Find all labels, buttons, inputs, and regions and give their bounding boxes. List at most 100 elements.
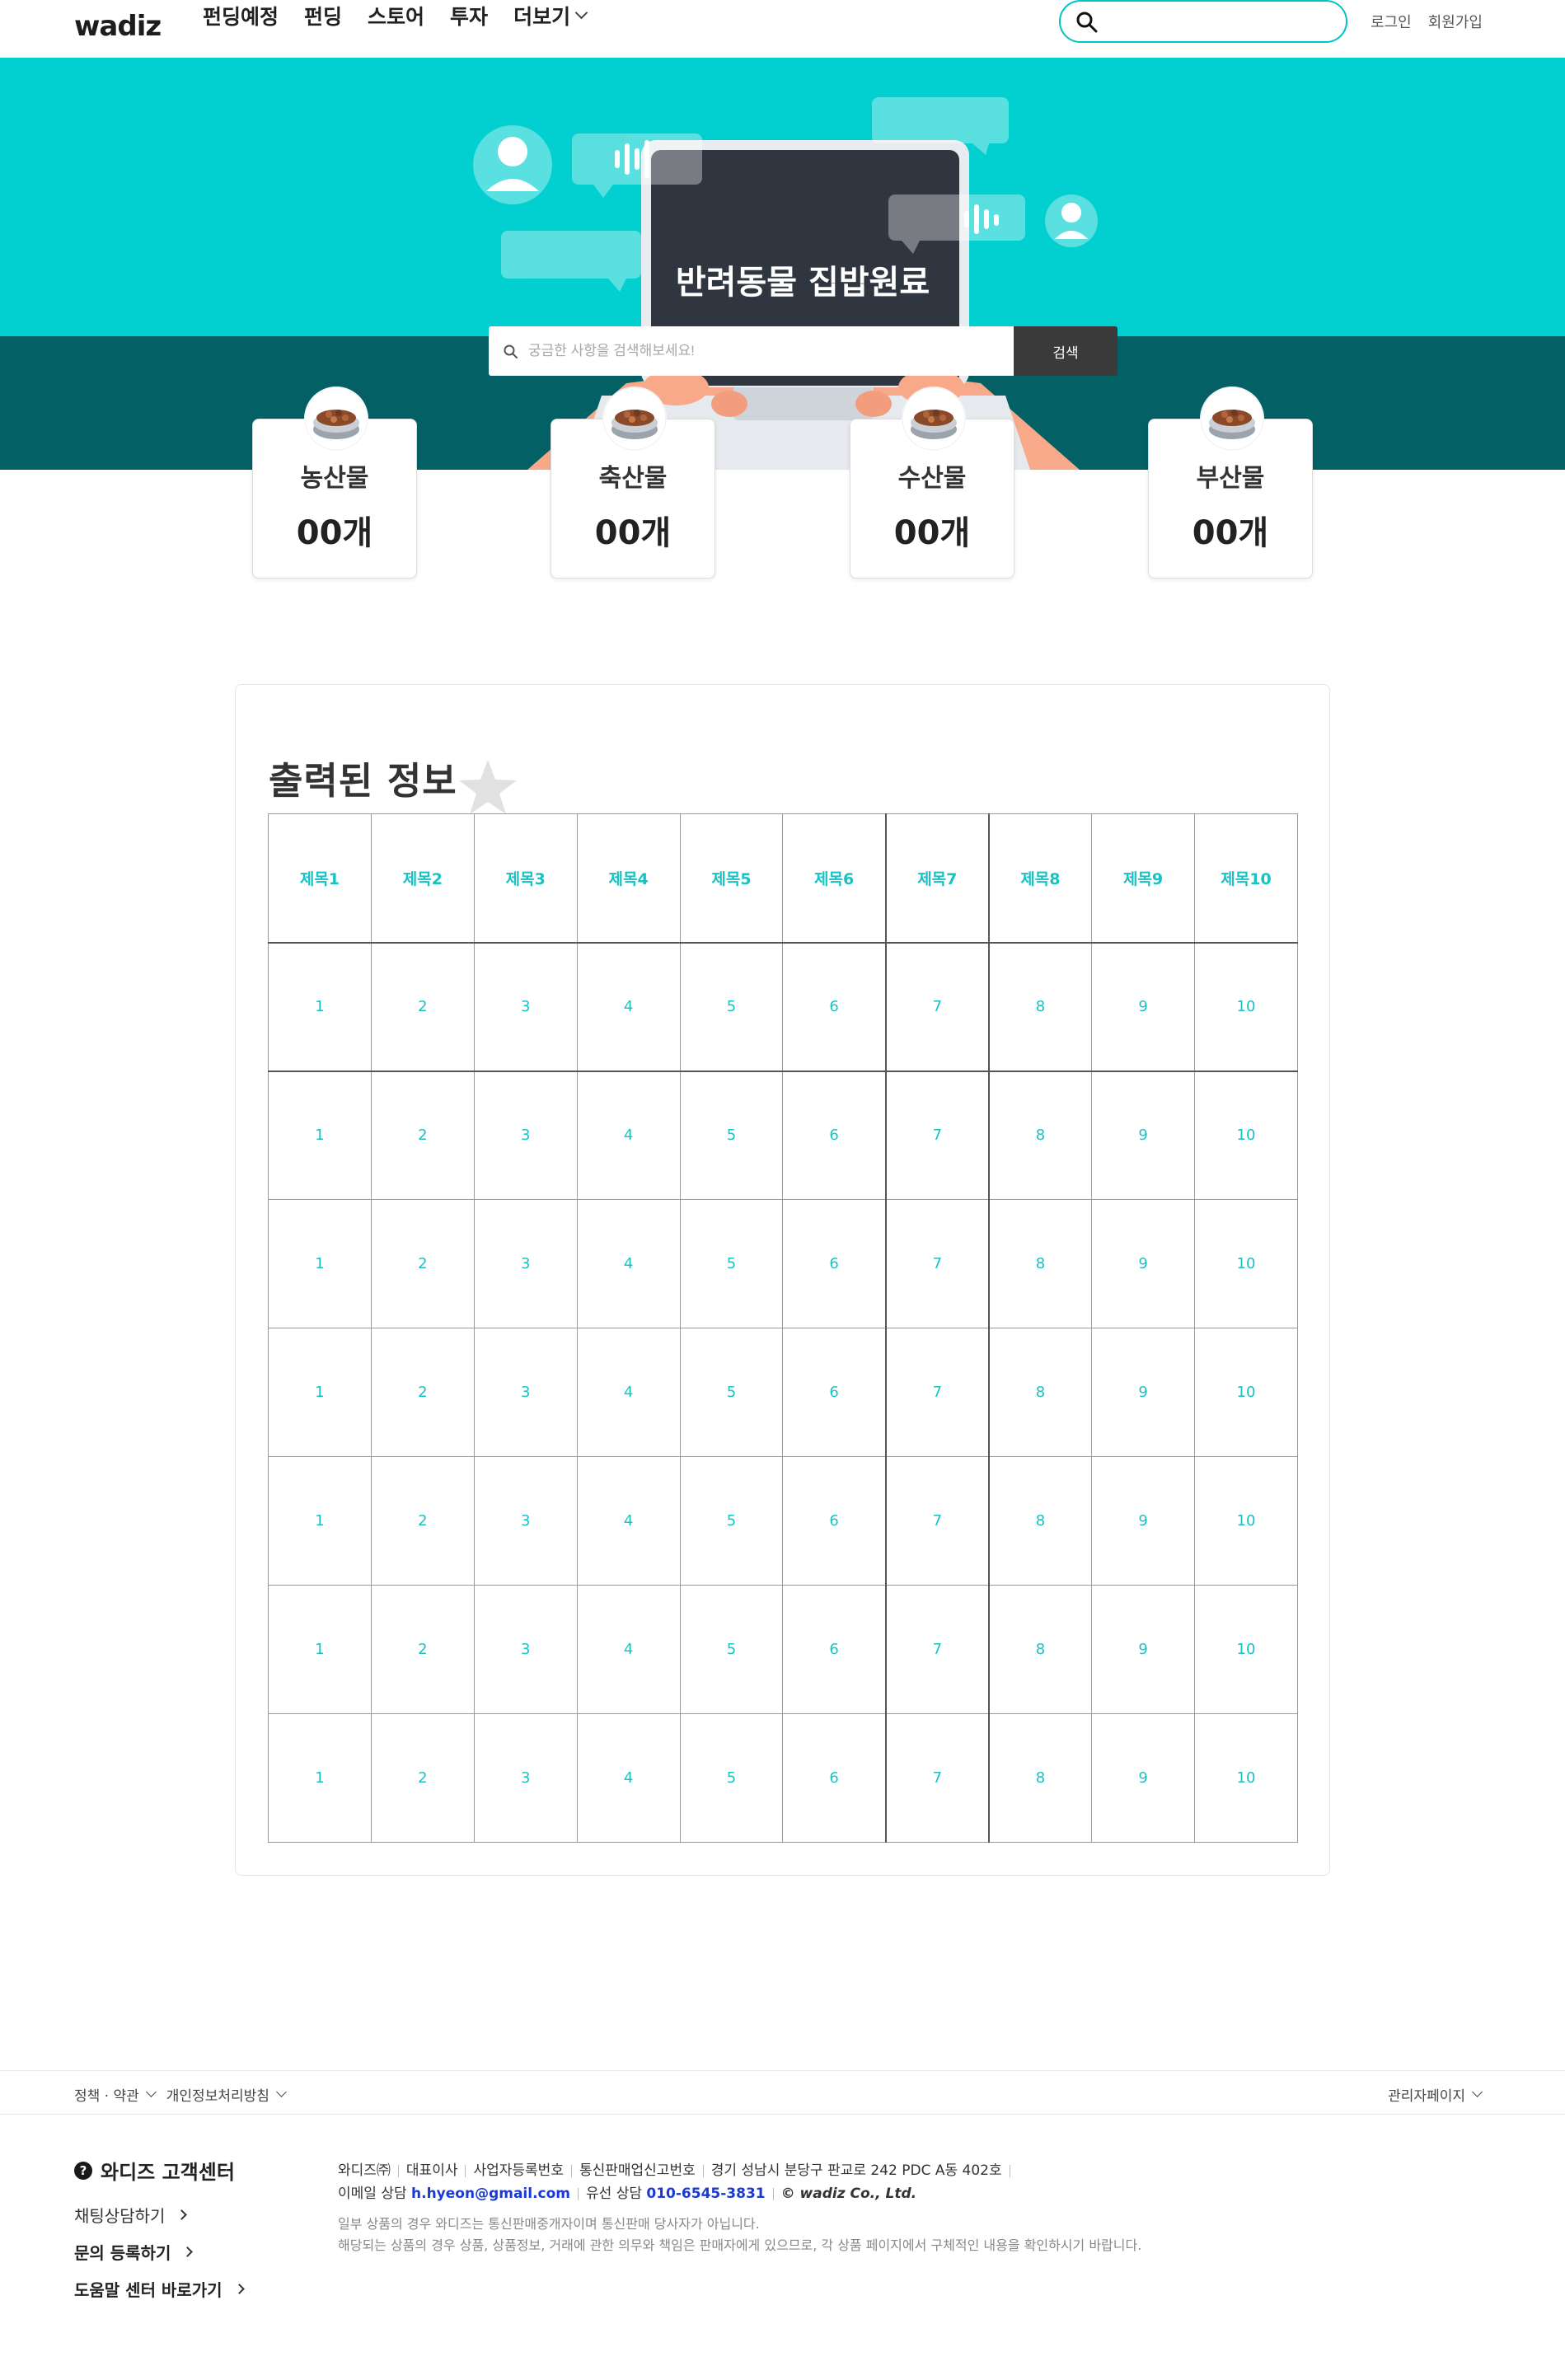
footer-notice: 일부 상품의 경우 와디즈는 통신판매중개자이며 통신판매 당사자가 아닙니다.…	[338, 2214, 1141, 2256]
nav-funding-soon[interactable]: 펀딩예정	[203, 1, 279, 30]
nav-invest[interactable]: 투자	[450, 1, 488, 30]
admin-dropdown[interactable]: 관리자페이지	[1388, 2084, 1483, 2105]
table-cell: 6	[782, 1199, 887, 1328]
footer-bar: 정책 · 약관 개인정보처리방침 관리자페이지	[0, 2070, 1565, 2115]
category-card-livestock[interactable]: 축산물 00개	[551, 387, 715, 579]
separator	[578, 2187, 579, 2200]
table-row: 1 2 3 4 5 6 7 8 9 10	[268, 942, 1298, 1072]
table-cell: 7	[884, 1071, 990, 1200]
table-header-row: 제목1 제목2 제목3 제목4 제목5 제목6 제목7 제목8 제목9 제목10	[268, 813, 1298, 944]
separator	[702, 2164, 704, 2177]
table-cell: 1	[268, 1456, 372, 1586]
footer-policy-links: 정책 · 약관 개인정보처리방침	[74, 2084, 287, 2105]
column-header: 제목9	[1091, 813, 1196, 944]
main-nav: 펀딩예정 펀딩 스토어 투자 더보기	[203, 0, 588, 31]
company-info: 와디즈㈜ 대표이사 사업자등록번호 통신판매업신고번호 경기 성남시 분당구 판…	[338, 2159, 1141, 2256]
search-icon[interactable]	[1075, 11, 1099, 34]
category-card-seafood[interactable]: 수산물 00개	[850, 387, 1014, 579]
help-center-link[interactable]: 도움말 센터 바로가기	[74, 2277, 245, 2301]
nav-label: 투자	[450, 5, 489, 29]
table-cell: 6	[782, 1456, 887, 1586]
admin-link[interactable]: 관리자페이지	[1388, 2084, 1483, 2105]
category-count: 00개	[296, 514, 373, 552]
table-cell: 8	[987, 1071, 1093, 1200]
table-cell: 6	[782, 1328, 887, 1457]
cs-link-label: 문의 등록하기	[74, 2243, 171, 2263]
pet-food-bowl-icon	[602, 387, 667, 451]
header-search-input[interactable]	[1107, 10, 1329, 35]
privacy-dropdown[interactable]: 개인정보처리방침	[166, 2084, 287, 2105]
ecommerce-number: 통신판매업신고번호	[579, 2162, 696, 2179]
table-row: 1 2 3 4 5 6 7 8 9 10	[268, 1713, 1298, 1843]
table-cell: 8	[987, 1585, 1093, 1714]
column-header: 제목7	[884, 813, 990, 944]
wadiz-logo[interactable]: wadiz	[74, 10, 162, 43]
table-cell: 4	[576, 1456, 681, 1586]
table-cell: 10	[1194, 1585, 1298, 1714]
nav-label: 더보기	[513, 5, 571, 29]
company-address: 경기 성남시 분당구 판교로 242 PDC A동 402호	[710, 2162, 1002, 2179]
customer-center-title: ? 와디즈 고객센터	[74, 2156, 243, 2185]
phone-link[interactable]: 010-6545-3831	[646, 2182, 765, 2205]
pet-food-bowl-icon	[902, 387, 966, 451]
hero-search-box	[489, 326, 1014, 376]
inquiry-register-link[interactable]: 문의 등록하기	[74, 2240, 243, 2264]
policy-dropdown[interactable]: 정책 · 약관	[74, 2084, 157, 2105]
chevron-right-icon	[233, 2284, 245, 2294]
table-row: 1 2 3 4 5 6 7 8 9 10	[268, 1199, 1298, 1328]
table-cell: 3	[473, 942, 578, 1072]
separator	[465, 2164, 466, 2177]
star-icon	[459, 760, 517, 814]
table-cell: 3	[473, 1071, 578, 1200]
nav-more[interactable]: 더보기	[513, 1, 588, 30]
nav-store[interactable]: 스토어	[368, 1, 424, 30]
table-cell: 9	[1091, 1199, 1196, 1328]
table-cell: 3	[473, 1328, 578, 1457]
hero-search-button[interactable]: 검색	[1014, 326, 1118, 376]
table-cell: 8	[987, 1328, 1093, 1457]
table-cell: 4	[576, 942, 681, 1072]
email-label: 이메일 상담	[338, 2186, 407, 2202]
signup-link[interactable]: 회원가입	[1428, 11, 1483, 32]
table-row: 1 2 3 4 5 6 7 8 9 10	[268, 1071, 1298, 1200]
privacy-label: 개인정보처리방침	[166, 2088, 269, 2105]
login-link[interactable]: 로그인	[1371, 11, 1412, 32]
table-cell: 7	[884, 1585, 990, 1714]
table-cell: 10	[1194, 942, 1298, 1072]
pet-food-bowl-icon	[304, 387, 368, 451]
customer-center: ? 와디즈 고객센터 채팅상담하기 문의 등록하기 도움말 센터 바로가기	[74, 2156, 245, 2301]
table-cell: 5	[679, 1585, 784, 1714]
table-row: 1 2 3 4 5 6 7 8 9 10	[268, 1585, 1298, 1714]
table-cell: 7	[884, 1199, 990, 1328]
ceo: 대표이사	[405, 2162, 458, 2179]
table-cell: 4	[576, 1199, 681, 1328]
table-cell: 2	[370, 1456, 475, 1586]
table-cell: 3	[473, 1199, 578, 1328]
email-link[interactable]: h.hyeon@gmail.com	[411, 2182, 570, 2205]
user-links: 로그인 회원가입	[1371, 11, 1483, 32]
business-number: 사업자등록번호	[473, 2162, 564, 2179]
nav-funding[interactable]: 펀딩	[304, 1, 342, 30]
chevron-down-icon	[145, 2087, 157, 2097]
category-card-byproduct[interactable]: 부산물 00개	[1148, 387, 1313, 579]
table-cell: 7	[884, 942, 990, 1072]
category-card-agri[interactable]: 농산물 00개	[252, 387, 417, 579]
chevron-down-icon	[276, 2087, 287, 2097]
table-cell: 8	[987, 1456, 1093, 1586]
table-row: 1 2 3 4 5 6 7 8 9 10	[268, 1328, 1298, 1457]
table-cell: 9	[1091, 1071, 1196, 1200]
table-cell: 9	[1091, 1328, 1196, 1457]
table-cell: 1	[268, 1199, 372, 1328]
table-cell: 7	[884, 1456, 990, 1586]
header-search	[1059, 0, 1347, 43]
copyright: © wadiz Co., Ltd.	[780, 2186, 917, 2202]
chat-consult-link[interactable]: 채팅상담하기	[74, 2203, 243, 2227]
table-cell: 8	[987, 1713, 1093, 1843]
table-cell: 9	[1091, 1585, 1196, 1714]
admin-label: 관리자페이지	[1388, 2088, 1465, 2105]
hero-banner: 반려동물 집밥원료 검색	[0, 58, 1565, 470]
table-cell: 2	[370, 1328, 475, 1457]
table-cell: 10	[1194, 1199, 1298, 1328]
hero-search-input[interactable]	[528, 338, 998, 364]
cs-title-text: 와디즈 고객센터	[101, 2161, 235, 2184]
